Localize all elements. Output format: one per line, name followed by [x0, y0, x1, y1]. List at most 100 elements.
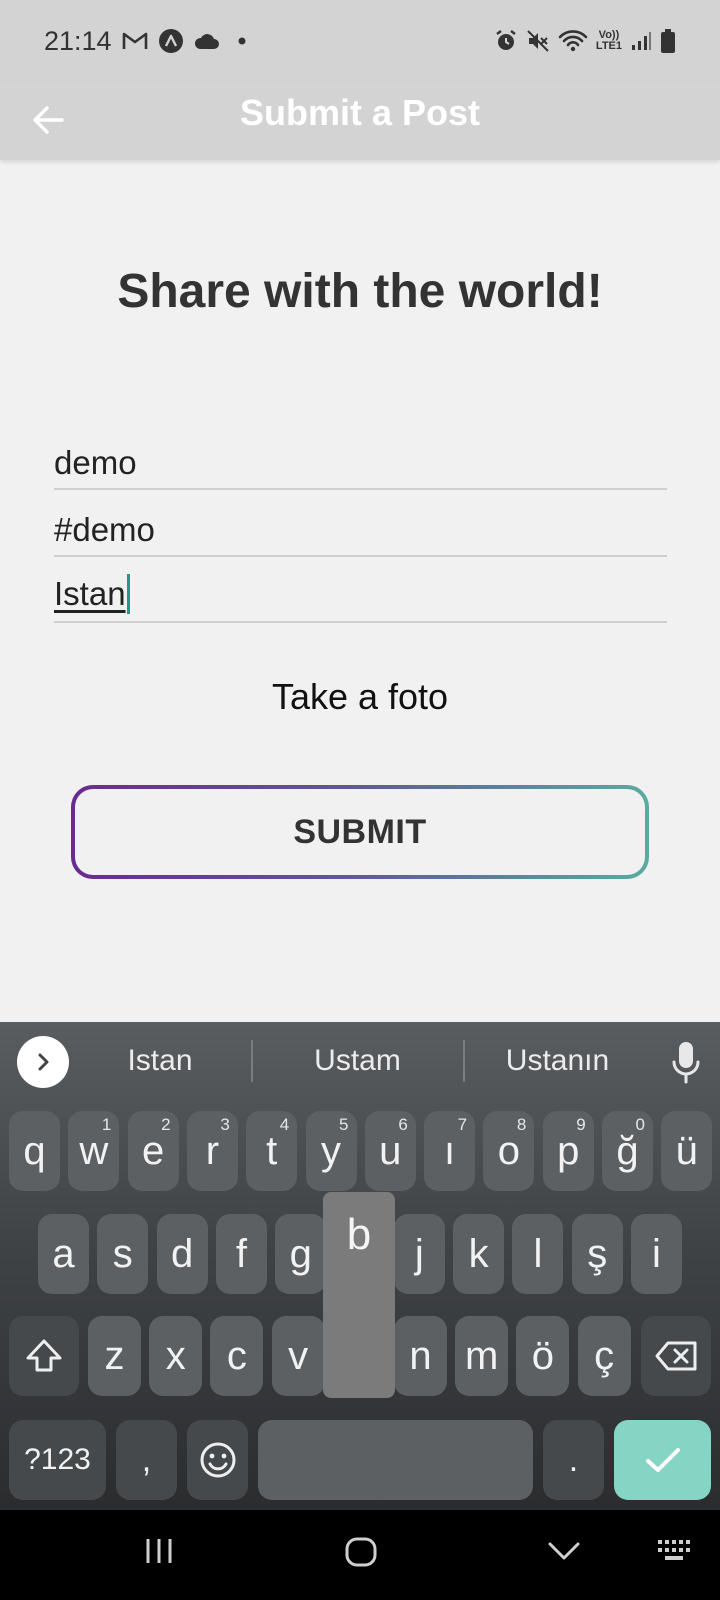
- key-label: ğ: [616, 1128, 639, 1173]
- location-field[interactable]: Istan: [54, 563, 667, 623]
- key-r3-6[interactable]: m: [455, 1316, 509, 1396]
- alarm-icon: [494, 29, 518, 53]
- battery-icon: [660, 28, 676, 54]
- key-r1-4[interactable]: t4: [246, 1111, 298, 1191]
- suggestion-2[interactable]: Ustam: [265, 1044, 450, 1078]
- key-r3-0[interactable]: z: [88, 1316, 141, 1396]
- status-left-icons: [122, 28, 250, 54]
- recent-apps-button[interactable]: [144, 1536, 176, 1571]
- title-input[interactable]: [54, 430, 667, 488]
- key-r3-2[interactable]: c: [210, 1316, 264, 1396]
- key-label: z: [104, 1333, 125, 1378]
- key-r1-9[interactable]: p9: [542, 1111, 594, 1191]
- backspace-icon: [655, 1341, 697, 1371]
- key-label: n: [409, 1333, 432, 1378]
- key-label: ş: [587, 1231, 608, 1276]
- title-field[interactable]: [54, 430, 667, 490]
- key-r2-9[interactable]: ş: [571, 1214, 623, 1294]
- take-photo-button[interactable]: Take a foto: [0, 676, 720, 718]
- key-number-hint: 8: [516, 1115, 527, 1134]
- key-r1-6[interactable]: u6: [364, 1111, 416, 1191]
- space-key[interactable]: [258, 1420, 533, 1500]
- symbols-key[interactable]: ?123: [9, 1420, 106, 1500]
- tags-input[interactable]: [54, 497, 667, 555]
- key-number-hint: 4: [279, 1115, 290, 1134]
- mic-button[interactable]: [668, 1038, 704, 1088]
- key-label: a: [52, 1231, 75, 1276]
- keyboard-icon: [658, 1540, 690, 1560]
- key-r3-8[interactable]: ç: [577, 1316, 631, 1396]
- key-r2-7[interactable]: k: [453, 1214, 505, 1294]
- key-label: ı: [444, 1128, 456, 1173]
- key-r3-7[interactable]: ö: [516, 1316, 570, 1396]
- key-number-hint: 5: [339, 1115, 349, 1134]
- key-label: ç: [594, 1333, 615, 1378]
- key-r1-8[interactable]: o8: [483, 1111, 535, 1191]
- key-r2-10[interactable]: i: [631, 1214, 682, 1294]
- key-r3-3[interactable]: v: [271, 1316, 325, 1396]
- mute-icon: [526, 29, 550, 53]
- key-label: q: [23, 1128, 46, 1173]
- tags-field[interactable]: [54, 497, 667, 557]
- key-label: ö: [531, 1333, 555, 1378]
- suggestion-bar: Istan Ustam Ustanın: [0, 1022, 720, 1106]
- key-r2-4[interactable]: g: [275, 1214, 327, 1294]
- key-r2-1[interactable]: s: [97, 1214, 149, 1294]
- key-r3-1[interactable]: x: [149, 1316, 203, 1396]
- recent-apps-icon: [146, 1539, 172, 1563]
- expand-toolbar-button[interactable]: [17, 1036, 69, 1088]
- key-r1-0[interactable]: q: [9, 1111, 60, 1191]
- comma-key[interactable]: ,: [116, 1420, 177, 1500]
- shift-key[interactable]: [9, 1316, 79, 1396]
- key-label: s: [112, 1231, 133, 1276]
- key-label: w: [79, 1128, 109, 1173]
- mic-icon: [672, 1042, 700, 1084]
- key-r1-10[interactable]: ğ0: [602, 1111, 653, 1191]
- suggestion-3[interactable]: Ustanın: [475, 1044, 640, 1078]
- keyboard-switch-button[interactable]: [656, 1536, 694, 1571]
- back-arrow-icon: [33, 106, 64, 134]
- dot-icon: [230, 31, 250, 51]
- status-right-icons: Vo)) LTE1: [494, 28, 676, 54]
- cloud-icon: [194, 32, 220, 50]
- enter-key[interactable]: [614, 1420, 711, 1500]
- key-r2-6[interactable]: j: [393, 1214, 445, 1294]
- key-number-hint: 6: [398, 1115, 408, 1134]
- check-icon: [645, 1448, 680, 1472]
- status-bar: 21:14 Vo)) LTE1: [0, 0, 720, 82]
- key-label: l: [533, 1231, 543, 1276]
- shift-icon: [26, 1339, 62, 1372]
- key-r1-5[interactable]: y5: [305, 1111, 357, 1191]
- hide-keyboard-button[interactable]: [547, 1540, 581, 1567]
- wifi-icon: [558, 29, 588, 53]
- key-r1-3[interactable]: r3: [186, 1111, 238, 1191]
- key-r2-8[interactable]: l: [512, 1214, 564, 1294]
- location-input[interactable]: Istan: [54, 571, 130, 617]
- suggestion-1[interactable]: Istan: [85, 1044, 235, 1078]
- volte-icon: Vo)) LTE1: [596, 30, 622, 52]
- back-button[interactable]: [26, 98, 70, 142]
- submit-button[interactable]: SUBMIT: [71, 785, 649, 879]
- key-r1-1[interactable]: w1: [68, 1111, 120, 1191]
- key-r1-2[interactable]: e2: [127, 1111, 179, 1191]
- key-r2-3[interactable]: f: [215, 1214, 267, 1294]
- page-title: Submit a Post: [239, 92, 481, 133]
- key-label: g: [289, 1231, 312, 1276]
- key-r3-5[interactable]: n: [394, 1316, 447, 1396]
- emoji-key[interactable]: [187, 1420, 248, 1500]
- key-label: f: [235, 1231, 247, 1276]
- key-label: c: [226, 1333, 247, 1378]
- key-number-hint: 2: [161, 1115, 171, 1134]
- backspace-key[interactable]: [641, 1316, 711, 1396]
- headline: Share with the world!: [117, 265, 603, 318]
- period-key[interactable]: .: [543, 1420, 604, 1500]
- text-caret: [126, 574, 130, 614]
- back-chevron-icon: [548, 1542, 580, 1560]
- key-r1-7[interactable]: ı7: [424, 1111, 476, 1191]
- key-label: ü: [675, 1128, 698, 1173]
- key-r1-11[interactable]: ü: [661, 1111, 713, 1191]
- home-button[interactable]: [344, 1536, 378, 1573]
- key-r2-2[interactable]: d: [156, 1214, 208, 1294]
- key-number-hint: 3: [220, 1115, 230, 1134]
- key-r2-0[interactable]: a: [38, 1214, 89, 1294]
